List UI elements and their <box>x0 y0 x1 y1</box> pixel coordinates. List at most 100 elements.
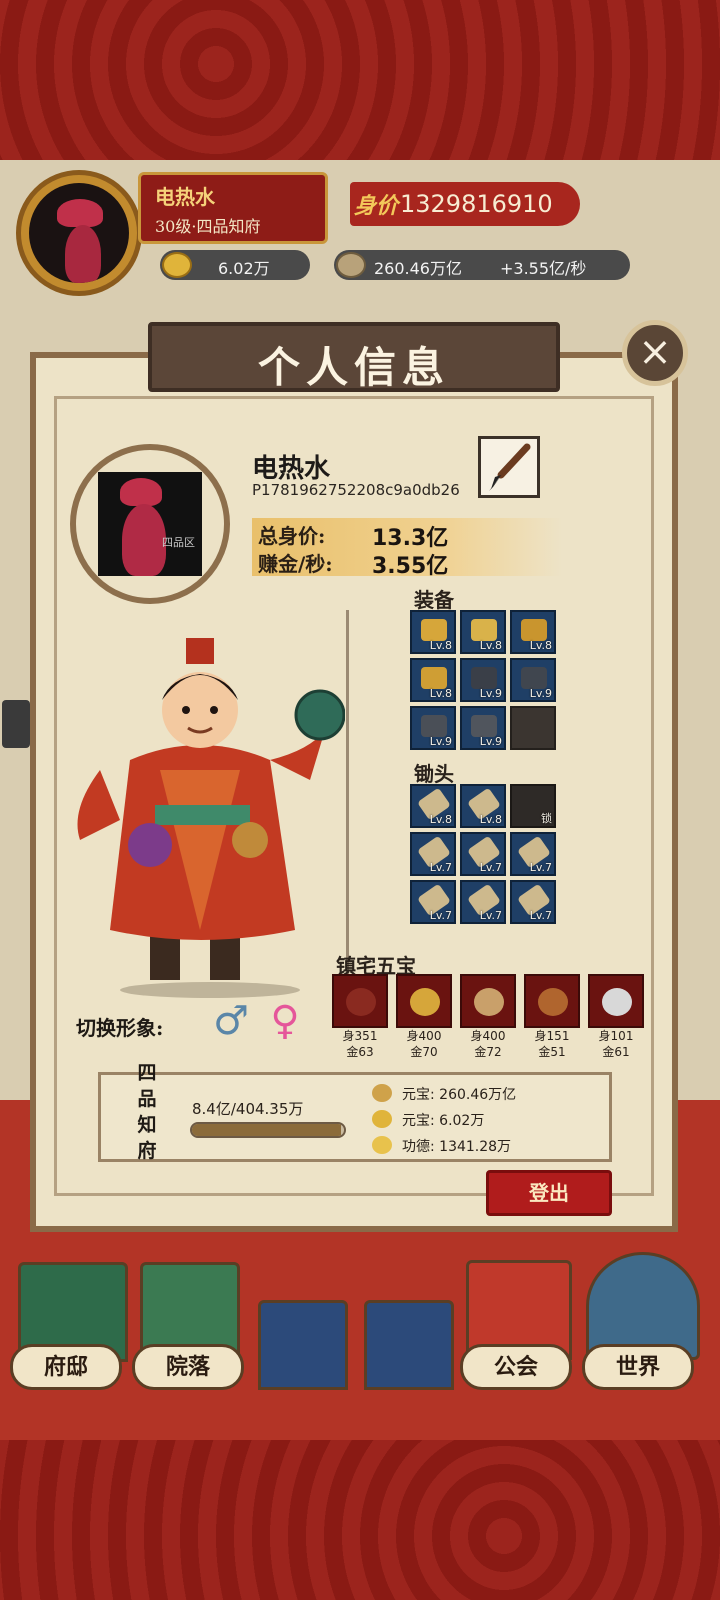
treasure-icon <box>538 988 568 1016</box>
slot-level: Lv.8 <box>479 639 502 652</box>
header-level-title: 30级·四品知府 <box>155 217 261 236</box>
treasure-slot[interactable] <box>460 974 516 1028</box>
resource-text: 元宝: 6.02万 <box>402 1113 485 1129</box>
equipment-slot[interactable]: Lv.9 <box>460 658 506 702</box>
female-icon[interactable]: ♀ <box>260 998 310 1048</box>
character-illustration <box>60 630 346 1000</box>
side-menu-tab[interactable] <box>2 700 30 748</box>
hoe-slot[interactable]: Lv.7 <box>460 832 506 876</box>
slot-level: Lv.8 <box>529 639 552 652</box>
hoe-slot[interactable]: Lv.7 <box>460 880 506 924</box>
hoe-slot[interactable]: Lv.8 <box>460 784 506 828</box>
panel-title-plate: 个人信息 <box>148 322 560 392</box>
hoe-slot[interactable]: Lv.8 <box>410 784 456 828</box>
yuanbao-bar[interactable]: 6.02万 <box>160 250 310 280</box>
top-decor-band <box>0 0 720 160</box>
treasure-icon <box>346 988 376 1016</box>
equipment-slot[interactable]: Lv.8 <box>410 658 456 702</box>
close-icon: × <box>638 329 672 375</box>
warrior-icon[interactable] <box>364 1300 454 1390</box>
treasure-icon <box>410 988 440 1016</box>
profile-avatar[interactable]: 四品区 <box>98 472 202 576</box>
slot-level: Lv.7 <box>479 909 502 922</box>
belt-icon <box>471 715 497 737</box>
hoe-slot[interactable]: Lv.7 <box>510 880 556 924</box>
stats-band: 总身价: 13.3亿 赚金/秒: 3.55亿 <box>252 518 562 579</box>
edit-profile-button[interactable] <box>478 436 540 498</box>
logout-button[interactable]: 登出 <box>486 1170 612 1216</box>
treasure-worth: 身151 <box>534 1029 570 1043</box>
slot-level: Lv.7 <box>429 861 452 874</box>
switch-appearance-label: 切换形象: <box>76 1016 164 1040</box>
slot-level: Lv.8 <box>429 813 452 826</box>
equipment-slot[interactable]: Lv.8 <box>410 610 456 654</box>
gold-ingot-icon <box>372 1110 392 1128</box>
slot-level: Lv.7 <box>529 909 552 922</box>
equipment-slot[interactable]: Lv.9 <box>510 658 556 702</box>
avatar-image <box>29 183 129 283</box>
total-worth-label: 总身价: <box>258 524 326 548</box>
yuanbao-value: 6.02万 <box>218 259 270 278</box>
hoe-slot[interactable]: Lv.7 <box>410 832 456 876</box>
coins-bar[interactable]: 260.46万亿 +3.55亿/秒 <box>334 250 630 280</box>
slot-level: Lv.7 <box>479 861 502 874</box>
copper-coin-icon <box>336 252 366 278</box>
treasure-slot[interactable] <box>332 974 388 1028</box>
treasure-slot[interactable] <box>396 974 452 1028</box>
equipment-slot[interactable]: Lv.8 <box>510 610 556 654</box>
equipment-slot[interactable]: Lv.8 <box>460 610 506 654</box>
nav-world[interactable]: 世界 <box>582 1344 694 1390</box>
coin-icon <box>372 1084 392 1102</box>
merit-icon <box>372 1136 392 1154</box>
slot-level: Lv.7 <box>429 909 452 922</box>
earn-rate-value: 3.55亿 <box>372 554 449 579</box>
hoe-slot-locked[interactable]: 锁 <box>510 784 556 828</box>
close-button[interactable]: × <box>622 320 688 386</box>
armor-icon <box>471 619 497 641</box>
slot-level: Lv.9 <box>479 687 502 700</box>
slot-level: Lv.9 <box>479 735 502 748</box>
slot-level: Lv.8 <box>429 639 452 652</box>
hoe-slot[interactable]: Lv.7 <box>410 880 456 924</box>
coins-value: 260.46万亿 <box>374 259 462 278</box>
amulet-icon <box>421 667 447 689</box>
gold-ingot-icon <box>162 252 192 278</box>
treasure-chest-icon[interactable] <box>258 1300 348 1390</box>
nav-courtyard[interactable]: 院落 <box>132 1344 244 1390</box>
nav-guild[interactable]: 公会 <box>460 1344 572 1390</box>
equipment-slot[interactable]: Lv.9 <box>460 706 506 750</box>
server-tag: 四品区 <box>162 536 195 549</box>
treasure-worth: 身101 <box>598 1029 634 1043</box>
slot-level: Lv.7 <box>529 861 552 874</box>
treasure-gold: 金63 <box>346 1045 374 1059</box>
treasure-worth: 身351 <box>342 1029 378 1043</box>
slot-level: Lv.9 <box>429 735 452 748</box>
hoe-slot[interactable]: Lv.7 <box>510 832 556 876</box>
ring-icon <box>421 715 447 737</box>
worth-banner: 身价 1329816910 <box>350 182 580 226</box>
worth-value: 1329816910 <box>400 190 553 218</box>
helmet-icon <box>421 619 447 641</box>
earn-rate-label: 赚金/秒: <box>258 552 333 576</box>
panel-title: 个人信息 <box>257 343 450 392</box>
header-avatar[interactable] <box>16 170 142 296</box>
exp-progress-fill <box>192 1124 341 1136</box>
treasure-slot[interactable] <box>588 974 644 1028</box>
male-icon[interactable]: ♂ <box>206 998 256 1048</box>
slot-level: Lv.8 <box>429 687 452 700</box>
nav-mansion[interactable]: 府邸 <box>10 1344 122 1390</box>
coin-rate: +3.55亿/秒 <box>500 259 587 278</box>
equipment-slot-empty[interactable] <box>510 706 556 750</box>
gauntlet-icon <box>521 667 547 689</box>
bottom-decor-band <box>0 1440 720 1600</box>
exp-text: 8.4亿/404.35万 <box>192 1100 304 1118</box>
equipment-slot[interactable]: Lv.9 <box>410 706 456 750</box>
treasure-icon <box>602 988 632 1016</box>
profile-player-id: P1781962752208c9a0db26 <box>252 481 460 499</box>
header-player-name: 电热水 <box>155 185 215 209</box>
treasure-worth: 身400 <box>406 1029 442 1043</box>
treasure-gold: 金61 <box>602 1045 630 1059</box>
exp-progress-bar <box>190 1122 346 1138</box>
brush-icon <box>489 443 531 491</box>
treasure-slot[interactable] <box>524 974 580 1028</box>
